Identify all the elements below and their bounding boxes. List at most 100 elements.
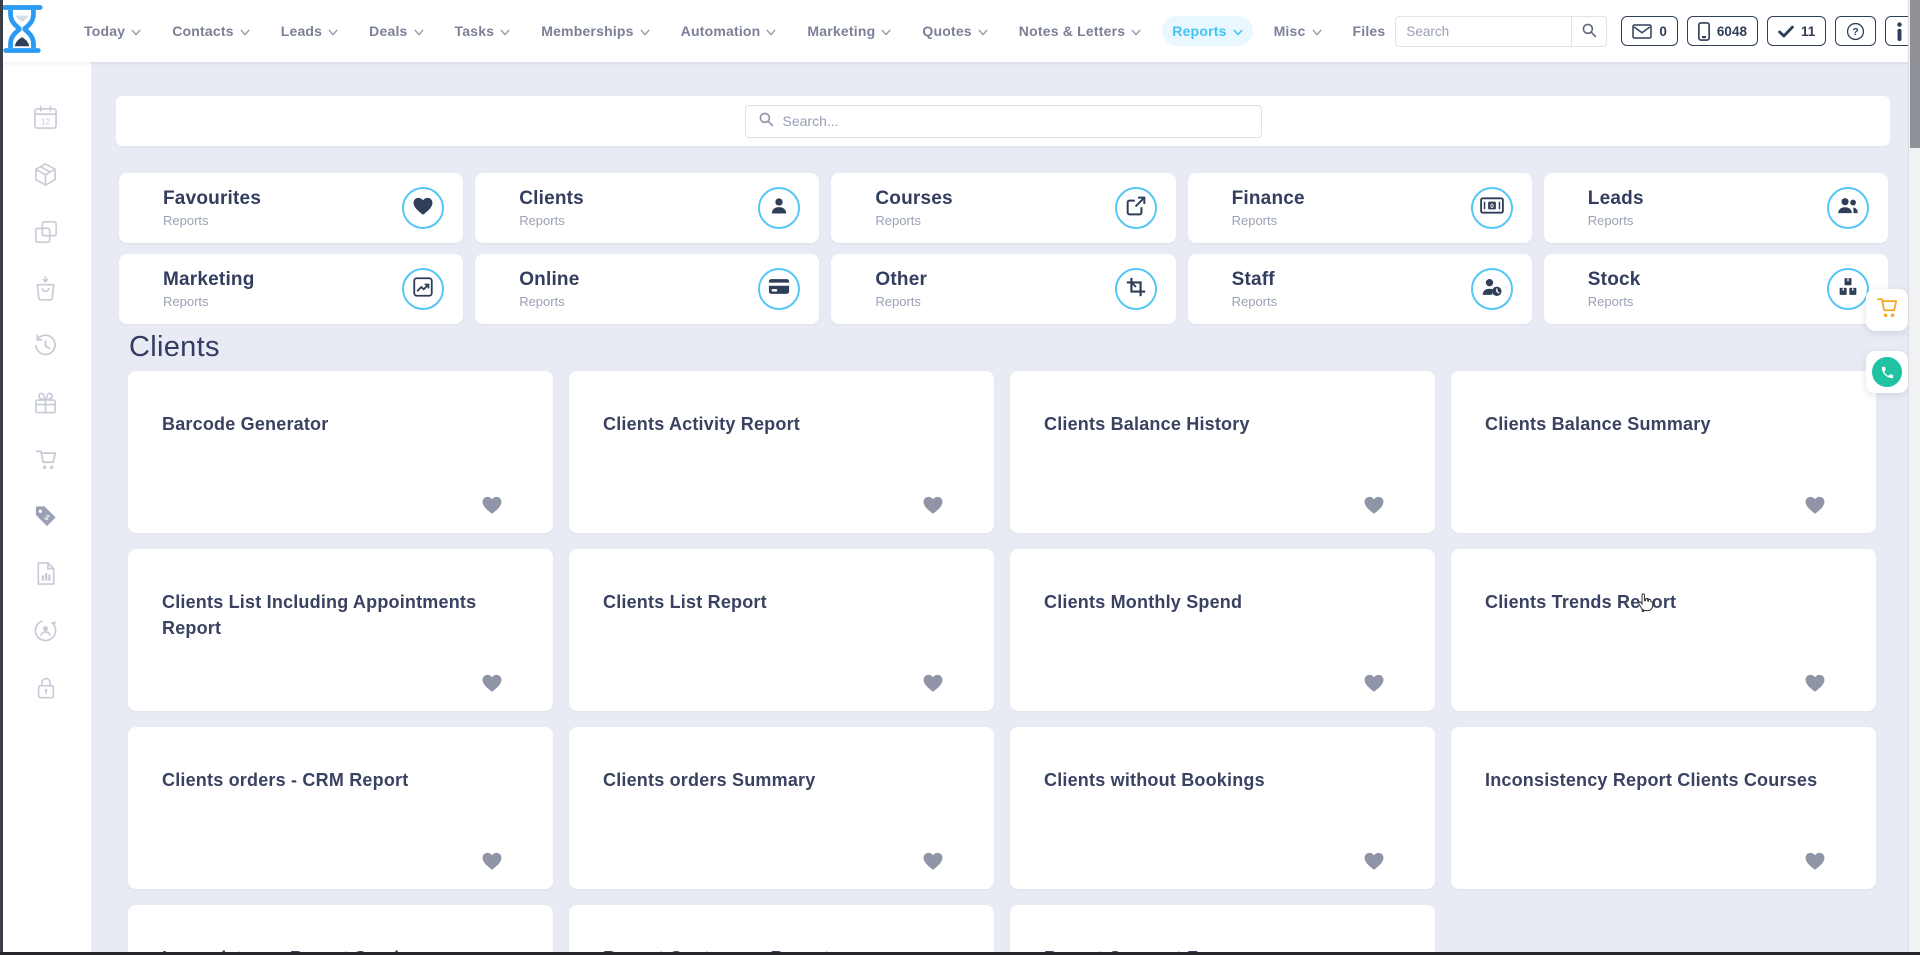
credit-card-icon [768, 278, 790, 300]
category-title: Staff [1232, 269, 1471, 291]
category-card-online[interactable]: Online Reports [475, 254, 819, 324]
category-subtitle: Reports [519, 213, 758, 228]
sidebar-bag-icon[interactable] [33, 278, 59, 304]
badge-messages[interactable]: 0 [1621, 16, 1678, 46]
category-card-finance[interactable]: Finance Reports 0 [1188, 173, 1532, 243]
favourite-heart-icon[interactable] [481, 851, 503, 871]
category-card-favourites[interactable]: Favourites Reports [119, 173, 463, 243]
package-icon [33, 162, 58, 192]
topbar-search-button[interactable] [1571, 16, 1607, 47]
nav-item-leads[interactable]: Leads [271, 16, 348, 46]
scrollbar-thumb[interactable] [1910, 0, 1920, 148]
report-title: Clients List Including Appointments Repo… [162, 589, 515, 641]
report-card-clients-orders-crm-report[interactable]: Clients orders - CRM Report [128, 727, 553, 889]
badge-calls[interactable]: 6048 [1687, 16, 1758, 46]
favourite-heart-icon[interactable] [1804, 851, 1826, 871]
report-card-clients-balance-history[interactable]: Clients Balance History [1010, 371, 1435, 533]
category-title: Courses [875, 188, 1114, 210]
app-logo[interactable] [0, 4, 44, 59]
nav-item-tasks[interactable]: Tasks [445, 16, 521, 46]
favourite-heart-icon[interactable] [922, 673, 944, 693]
nav-item-files[interactable]: Files [1343, 16, 1396, 46]
report-card-clients-list-including-appointments-report[interactable]: Clients List Including Appointments Repo… [128, 549, 553, 711]
report-card-inconsistency-report-clients-courses[interactable]: Inconsistency Report Clients Courses [1451, 727, 1876, 889]
chevron-down-icon [978, 29, 988, 36]
favourite-heart-icon[interactable] [1363, 495, 1385, 515]
sidebar-cart-icon[interactable] [33, 449, 59, 475]
favourite-heart-icon[interactable] [1804, 673, 1826, 693]
favourite-heart-icon[interactable] [481, 495, 503, 515]
category-card-other[interactable]: Other Reports [831, 254, 1175, 324]
topbar-badges: 0 6048 11 ? [1621, 16, 1914, 46]
report-card-clients-orders-summary[interactable]: Clients orders Summary [569, 727, 994, 889]
reports-search-field[interactable] [745, 105, 1262, 138]
category-subtitle: Reports [1232, 294, 1471, 309]
category-card-leads[interactable]: Leads Reports [1544, 173, 1888, 243]
floating-cart-button[interactable] [1866, 289, 1908, 331]
report-card-inconsistency-report-services[interactable]: Inconsistency Report Services [128, 905, 553, 955]
favourite-heart-icon[interactable] [1363, 851, 1385, 871]
report-card-clients-list-report[interactable]: Clients List Report [569, 549, 994, 711]
chart-line-icon [413, 277, 433, 302]
favourite-heart-icon[interactable] [922, 495, 944, 515]
category-card-staff[interactable]: Staff Reports [1188, 254, 1532, 324]
report-card-repeat-customers-report[interactable]: Repeat Customers Report [569, 905, 994, 955]
nav-item-notes-letters[interactable]: Notes & Letters [1009, 16, 1151, 46]
page-scrollbar[interactable] [1908, 0, 1920, 955]
sidebar-lock-icon[interactable] [33, 677, 59, 703]
report-card-clients-monthly-spend[interactable]: Clients Monthly Spend [1010, 549, 1435, 711]
topbar-search-input[interactable] [1395, 16, 1571, 47]
nav-item-quotes[interactable]: Quotes [912, 16, 997, 46]
nav-item-marketing[interactable]: Marketing [797, 16, 901, 46]
sidebar-account-icon[interactable] [33, 620, 59, 646]
nav-item-contacts[interactable]: Contacts [162, 16, 260, 46]
report-card-clients-balance-summary[interactable]: Clients Balance Summary [1451, 371, 1876, 533]
phone-icon [1698, 22, 1710, 41]
nav-item-automation[interactable]: Automation [671, 16, 787, 46]
sidebar-copy-icon[interactable] [33, 221, 59, 247]
category-card-courses[interactable]: Courses Reports [831, 173, 1175, 243]
favourite-heart-icon[interactable] [481, 673, 503, 693]
chevron-down-icon [1131, 29, 1141, 36]
report-title: Clients Balance Summary [1485, 411, 1838, 437]
sidebar-gift-icon[interactable] [33, 392, 59, 418]
report-title: Clients List Report [603, 589, 956, 615]
report-card-report-consent-forms[interactable]: Report Consent Forms [1010, 905, 1435, 955]
badge-tasks[interactable]: 11 [1767, 16, 1826, 46]
category-card-clients[interactable]: Clients Reports [475, 173, 819, 243]
nav-item-misc[interactable]: Misc [1264, 16, 1332, 46]
report-card-barcode-generator[interactable]: Barcode Generator [128, 371, 553, 533]
category-title: Stock [1588, 269, 1827, 291]
check-icon [1778, 25, 1794, 38]
report-icon [34, 561, 58, 591]
category-card-marketing[interactable]: Marketing Reports [119, 254, 463, 324]
nav-item-today[interactable]: Today [74, 16, 151, 46]
external-link-icon [1126, 196, 1146, 221]
svg-text:0: 0 [1490, 203, 1494, 210]
sidebar-history-icon[interactable] [33, 335, 59, 361]
sidebar-calendar-icon[interactable]: 12 [33, 107, 59, 133]
report-card-clients-trends-report[interactable]: Clients Trends Report [1451, 549, 1876, 711]
report-card-clients-activity-report[interactable]: Clients Activity Report [569, 371, 994, 533]
favourite-heart-icon[interactable] [1804, 495, 1826, 515]
nav-item-deals[interactable]: Deals [359, 16, 433, 46]
people-icon [1837, 196, 1859, 220]
favourite-heart-icon[interactable] [1363, 673, 1385, 693]
report-title: Clients orders Summary [603, 767, 956, 793]
category-card-stock[interactable]: Stock Reports [1544, 254, 1888, 324]
client-icon [769, 196, 789, 221]
nav-item-memberships[interactable]: Memberships [531, 16, 659, 46]
badge-help[interactable]: ? [1835, 16, 1876, 46]
nav-item-reports[interactable]: Reports [1162, 16, 1252, 46]
report-card-clients-without-bookings[interactable]: Clients without Bookings [1010, 727, 1435, 889]
category-title: Clients [519, 188, 758, 210]
section-title: Clients [129, 331, 220, 364]
report-list: Barcode Generator Clients Activity Repor… [128, 371, 1876, 955]
sidebar-package-icon[interactable] [33, 164, 59, 190]
floating-chat-button[interactable] [1866, 351, 1908, 393]
favourite-heart-icon[interactable] [922, 851, 944, 871]
sidebar-tag-icon[interactable]: $ [33, 506, 59, 532]
envelope-icon [1632, 24, 1652, 39]
reports-search-input[interactable] [783, 113, 1249, 129]
sidebar-report-icon[interactable] [33, 563, 59, 589]
